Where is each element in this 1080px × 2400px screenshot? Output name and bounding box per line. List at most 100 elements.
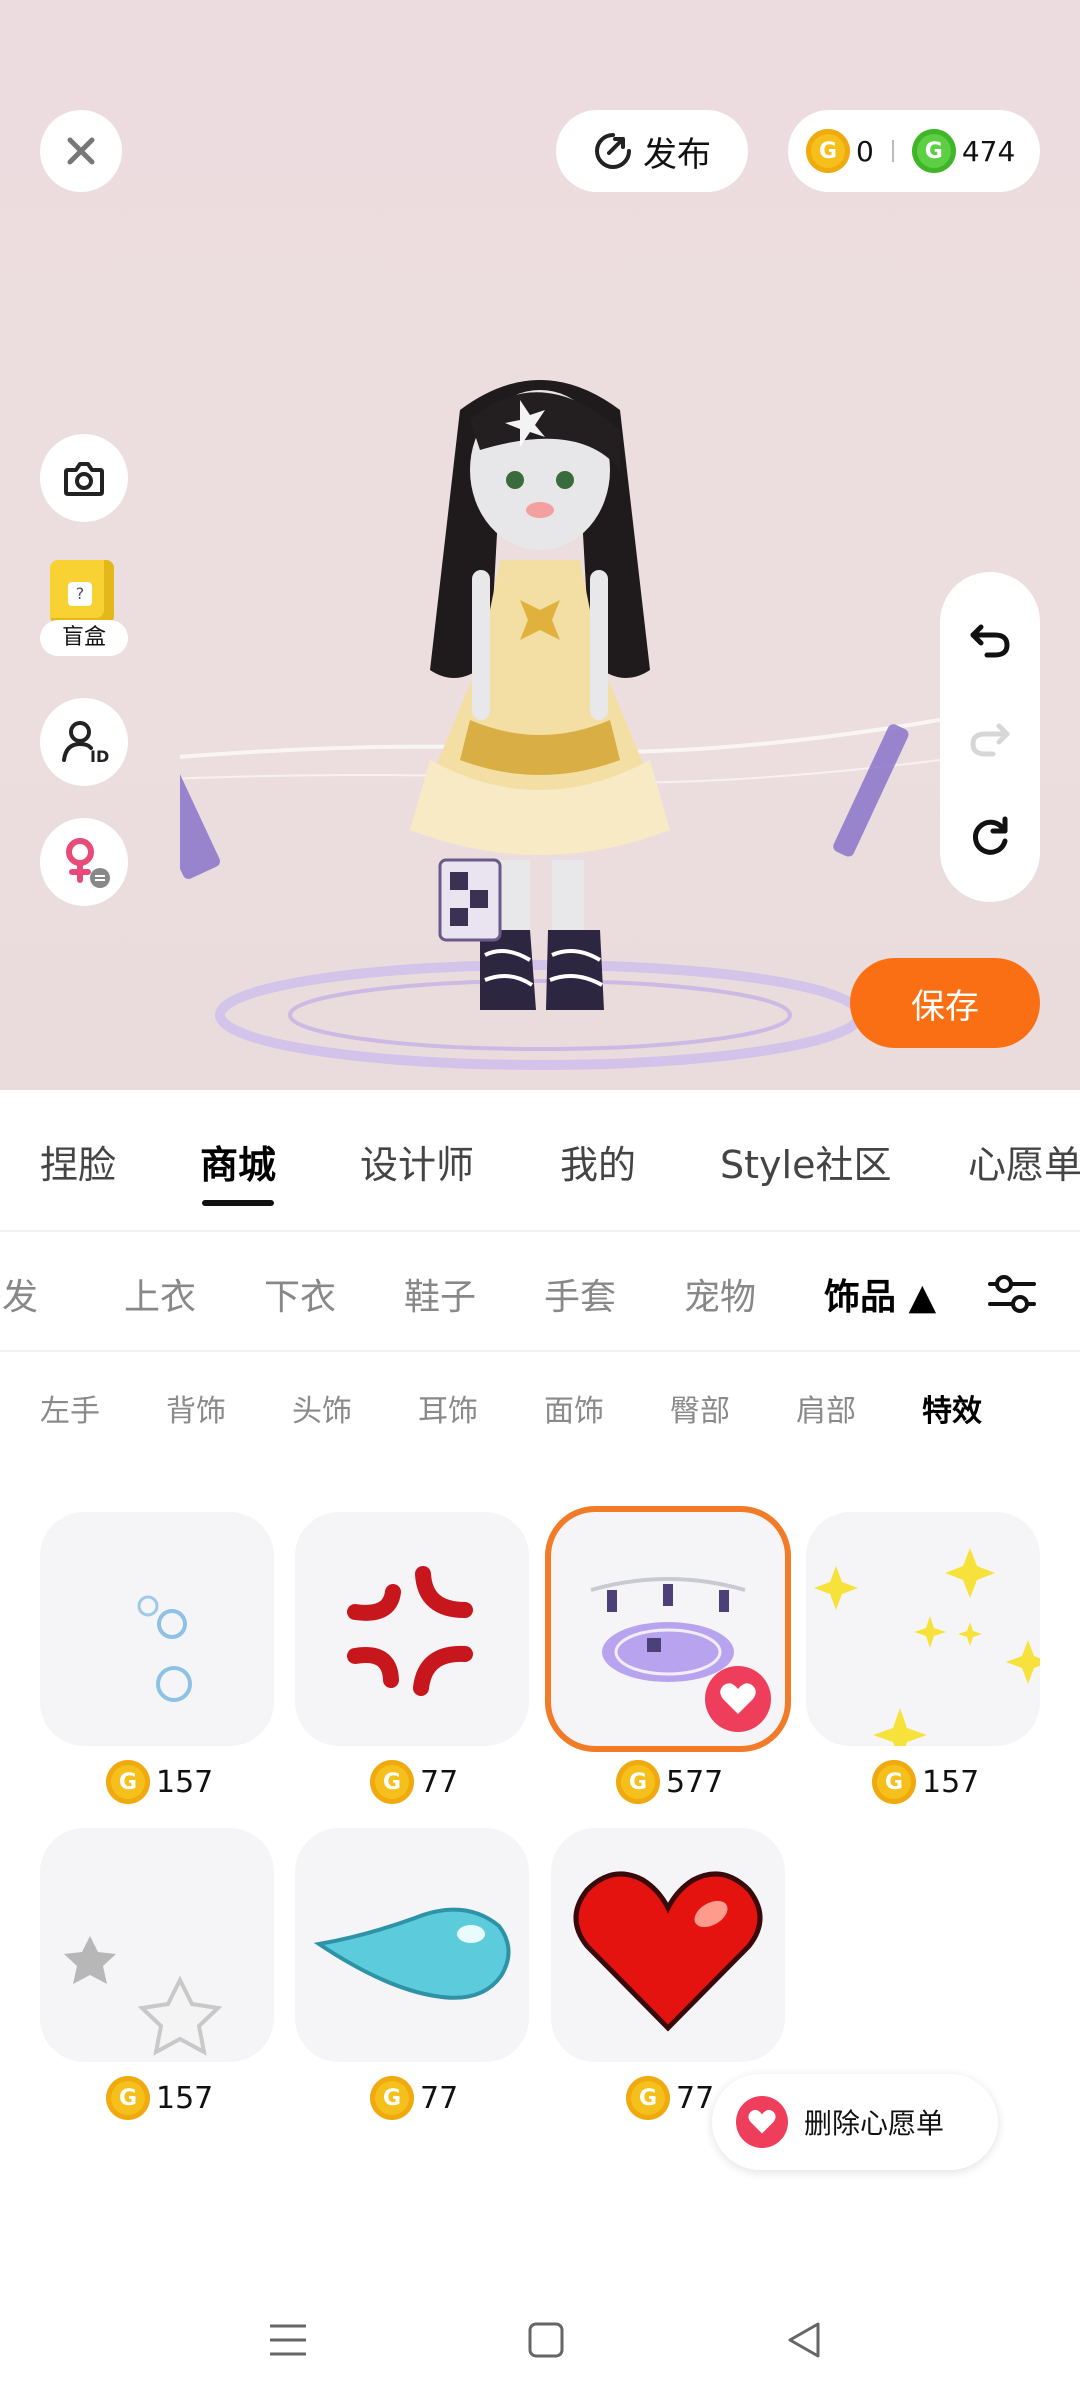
tab-mine-label: 我的 (560, 1143, 637, 1187)
blue-water-drop-effect-icon (313, 1907, 511, 2000)
gold-coin-icon: G (370, 2076, 414, 2120)
filter-sliders-icon (988, 1275, 1036, 1313)
publish-icon (595, 133, 631, 169)
item-price-value: 157 (156, 2080, 214, 2116)
main-tab-bar: 捏脸 商城 设计师 我的 Style社区 心愿单 (0, 1090, 1080, 1232)
item-price-value: 77 (420, 1764, 459, 1800)
currency-divider (891, 140, 894, 162)
tab-mall[interactable]: 商城 (200, 1134, 277, 1206)
nav-menu-button[interactable] (258, 2310, 318, 2370)
history-controls (940, 572, 1040, 902)
avatar-3d-preview[interactable] (124, 360, 941, 1080)
reset-icon[interactable] (967, 813, 1013, 859)
subcategory-left-hand[interactable]: 左手 (40, 1386, 100, 1430)
wishlist-badge[interactable] (705, 1666, 771, 1732)
gold-balance: 0 (856, 134, 874, 168)
anger-mark-effect-icon (347, 1566, 473, 1696)
remove-from-wishlist-button[interactable]: 删除心愿单 (712, 2074, 998, 2170)
wishlist-heart-icon (736, 2096, 788, 2148)
item-card-magic-circle[interactable] (551, 1512, 785, 1746)
user-id-icon: ID (62, 721, 109, 766)
tab-style-community-label: Style社区 (720, 1143, 892, 1187)
gender-switch-button[interactable] (40, 818, 128, 906)
item-card-anger-mark[interactable] (295, 1512, 529, 1746)
gold-coin-icon: G (106, 2076, 150, 2120)
subcategory-effects[interactable]: 特效 (922, 1386, 982, 1430)
gold-coin-icon: G (806, 129, 850, 173)
item-price: G 577 (616, 1760, 723, 1804)
menu-icon (270, 2324, 306, 2356)
currency-balance[interactable]: G 0 G 474 (788, 110, 1040, 192)
female-gender-icon (66, 838, 110, 888)
category-hair[interactable]: 头发 (0, 1268, 38, 1320)
tab-designer-label: 设计师 (360, 1143, 475, 1187)
gold-coin-icon: G (872, 1760, 916, 1804)
category-bottom[interactable]: 下衣 (264, 1268, 336, 1320)
item-price: G 77 (626, 2076, 714, 2120)
back-triangle-icon (788, 2322, 820, 2358)
blind-box-label: 盲盒 (40, 620, 128, 656)
category-pets[interactable]: 宠物 (684, 1268, 756, 1320)
item-price-value: 77 (420, 2080, 459, 2116)
blind-box-button[interactable]: ? 盲盒 (40, 560, 128, 660)
active-tab-underline (202, 1200, 275, 1206)
gold-coin-icon: G (106, 1760, 150, 1804)
tab-designer[interactable]: 设计师 (360, 1134, 474, 1189)
redo-icon[interactable] (967, 714, 1013, 760)
category-top[interactable]: 上衣 (124, 1268, 196, 1320)
close-icon (67, 137, 95, 165)
grey-stars-effect-icon (64, 1936, 223, 2056)
category-gloves[interactable]: 手套 (544, 1268, 616, 1320)
close-button[interactable] (40, 110, 122, 192)
subcategory-face[interactable]: 面饰 (544, 1386, 604, 1430)
system-navigation-bar (0, 2270, 1080, 2400)
subcategory-ear[interactable]: 耳饰 (418, 1386, 478, 1430)
bubbles-effect-icon (137, 1595, 192, 1702)
tab-face[interactable]: 捏脸 (40, 1134, 116, 1189)
item-card-water-drop[interactable] (295, 1828, 529, 2062)
item-price: G 157 (106, 1760, 213, 1804)
green-coin-icon: G (911, 129, 956, 173)
item-card-heart[interactable] (551, 1828, 785, 2062)
tab-wishlist[interactable]: 心愿单 (968, 1134, 1080, 1189)
item-price: G 157 (872, 1760, 979, 1804)
category-shoes[interactable]: 鞋子 (404, 1268, 476, 1320)
undo-icon[interactable] (967, 615, 1013, 661)
item-card-grey-stars[interactable] (40, 1828, 274, 2062)
tab-mall-label: 商城 (200, 1143, 277, 1187)
subcategory-hip[interactable]: 臀部 (670, 1386, 730, 1430)
camera-icon (64, 462, 104, 496)
item-card-bubbles[interactable] (40, 1512, 274, 1746)
tab-style-community[interactable]: Style社区 (720, 1134, 891, 1189)
yellow-sparkles-effect-icon (814, 1548, 1040, 1746)
filter-button[interactable] (984, 1266, 1040, 1322)
save-button[interactable]: 保存 (850, 958, 1040, 1048)
nav-back-button[interactable] (774, 2310, 834, 2370)
item-price: G 77 (370, 1760, 458, 1804)
blind-box-icon: ? (50, 560, 114, 624)
home-square-icon (528, 2322, 564, 2358)
publish-label: 发布 (643, 134, 711, 175)
item-price-value: 157 (922, 1764, 980, 1800)
subcategory-shoulder[interactable]: 肩部 (796, 1386, 856, 1430)
tab-wishlist-label: 心愿单 (968, 1143, 1080, 1187)
avatar-preview-stage: 发布 G 0 G 474 ? 盲盒 ID 保存 (0, 0, 1080, 1090)
publish-button[interactable]: 发布 (556, 110, 748, 192)
avatar-id-button[interactable]: ID (40, 698, 128, 786)
category-accessories[interactable]: 饰品 ▲ (824, 1268, 936, 1320)
nav-home-button[interactable] (516, 2310, 576, 2370)
heart-icon (720, 1683, 756, 1714)
remove-wishlist-label: 删除心愿单 (804, 2107, 945, 2140)
item-price-value: 157 (156, 1764, 214, 1800)
gold-coin-icon: G (616, 1760, 660, 1804)
tab-mine[interactable]: 我的 (560, 1134, 636, 1189)
item-card-sparkles[interactable] (806, 1512, 1040, 1746)
item-price-value: 577 (666, 1764, 724, 1800)
subcategory-head[interactable]: 头饰 (292, 1386, 352, 1430)
camera-button[interactable] (40, 434, 128, 522)
subcategory-back[interactable]: 背饰 (166, 1386, 226, 1430)
item-price: G 77 (370, 2076, 458, 2120)
item-price: G 157 (106, 2076, 213, 2120)
item-price-value: 77 (676, 2080, 715, 2116)
gold-coin-icon: G (370, 1760, 414, 1804)
